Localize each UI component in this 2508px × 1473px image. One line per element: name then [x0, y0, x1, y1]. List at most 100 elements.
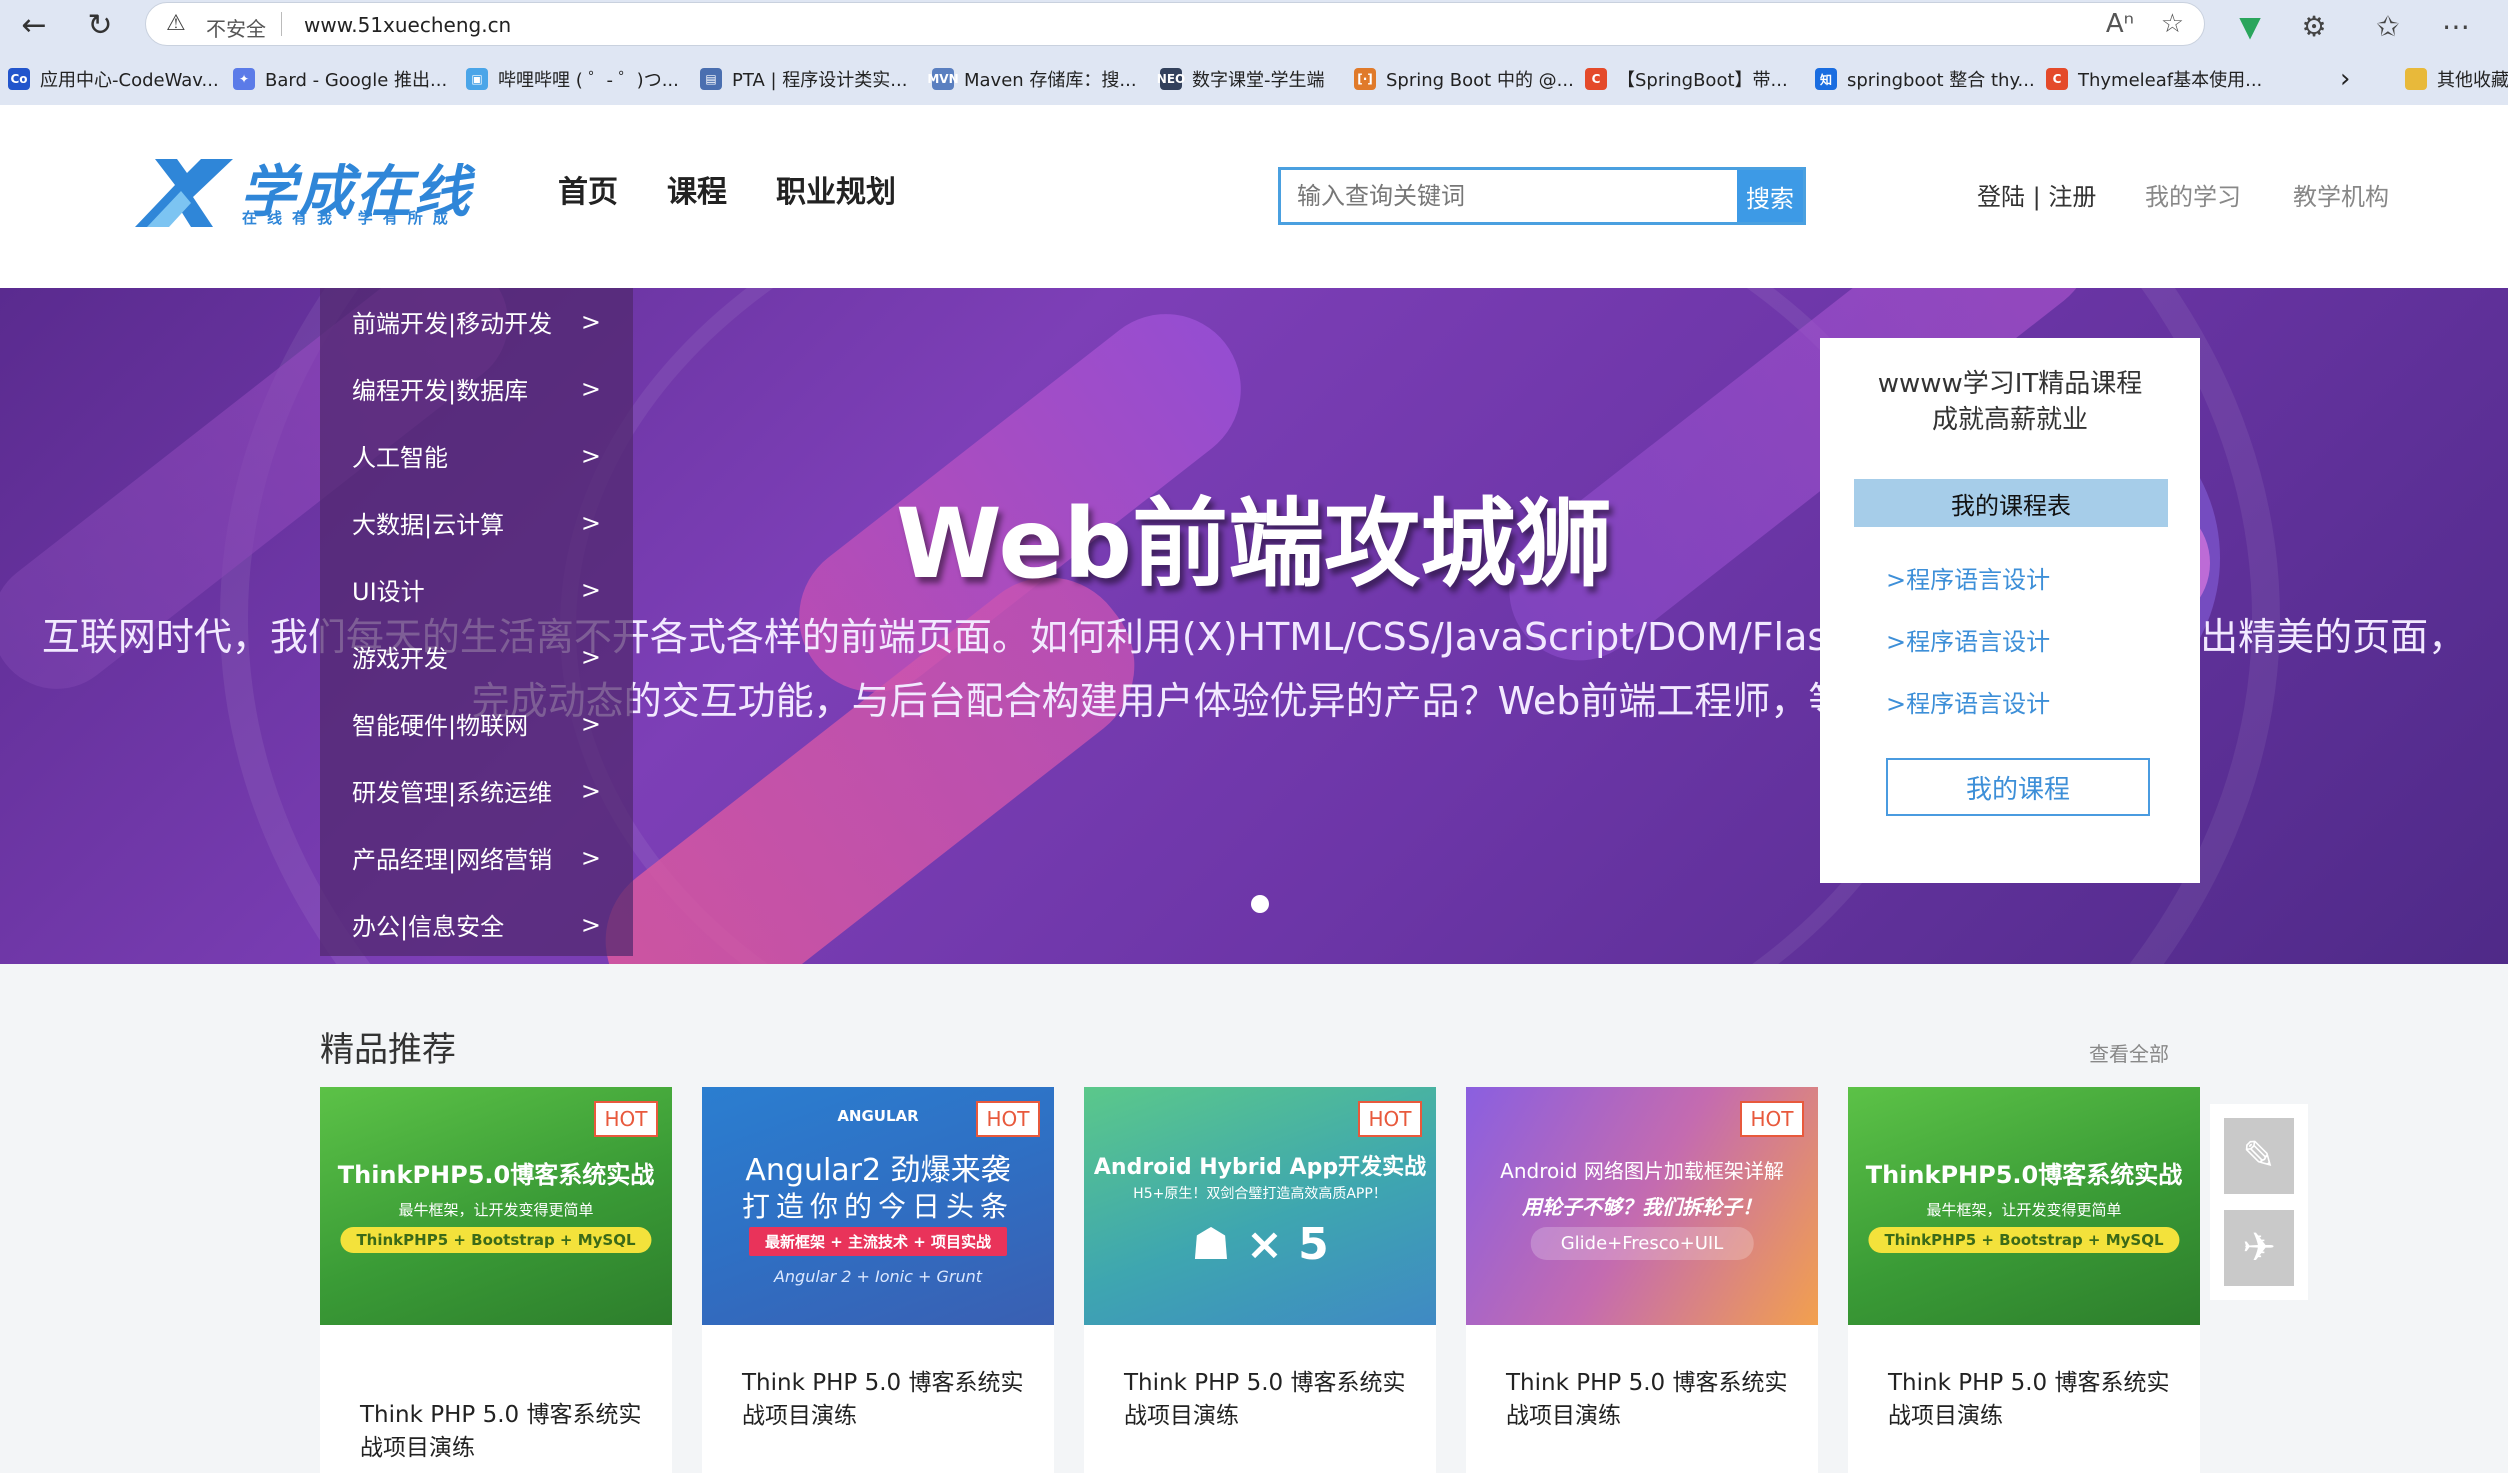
course-thumbnail[interactable]: ThinkPHP5.0博客系统实战 最牛框架，让开发变得更简单 ThinkPHP… [320, 1087, 672, 1325]
course-card[interactable]: Android Hybrid App开发实战 H5+原生！双剑合璧打造高效高质A… [1084, 1087, 1436, 1473]
edit-pencil-icon[interactable]: ✎ [2224, 1118, 2294, 1194]
bookmark-favicon-icon: 知 [1815, 68, 1837, 90]
read-aloud-icon[interactable]: Aⁿ [2106, 9, 2134, 39]
nav-courses[interactable]: 课程 [667, 167, 727, 211]
bookmark-item[interactable]: NEO 数字课堂-学生端 [1157, 64, 1325, 94]
course-thumbnail[interactable]: ANGULAR Angular2 劲爆来袭 打造你的今日头条 最新框架 + 主流… [702, 1087, 1054, 1325]
bookmark-favicon-icon: [·] [1354, 68, 1376, 90]
nav-career[interactable]: 职业规划 [776, 167, 896, 211]
category-item[interactable]: 研发管理|系统运维 > [320, 757, 633, 824]
category-label: 大数据|云计算 [352, 511, 505, 539]
category-item[interactable]: 前端开发|移动开发 > [320, 288, 633, 355]
category-label: 研发管理|系统运维 [352, 779, 553, 807]
bookmark-label: Spring Boot 中的 @... [1386, 70, 1574, 91]
address-bar[interactable]: ⚠ 不安全 www.51xuecheng.cn Aⁿ ☆ [145, 2, 2205, 46]
course-thumbnail[interactable]: ThinkPHP5.0博客系统实战 最牛框架，让开发变得更简单 ThinkPHP… [1848, 1087, 2200, 1325]
category-menu: 前端开发|移动开发 > 编程开发|数据库 > 人工智能 > 大数据|云计算 > UI设计 > 游戏开… [320, 288, 633, 956]
chevron-right-icon: > [580, 307, 601, 336]
hot-badge: HOT [594, 1101, 658, 1137]
course-title[interactable]: Think PHP 5.0 博客系统实战项目演练 [1888, 1367, 2188, 1433]
course-card[interactable]: ThinkPHP5.0博客系统实战 最牛框架，让开发变得更简单 ThinkPHP… [320, 1087, 672, 1473]
thumbnail-title: ThinkPHP5.0博客系统实战 [337, 1161, 655, 1189]
bookmark-label: 【SpringBoot】带... [1617, 70, 1788, 91]
my-courses-button[interactable]: 我的课程 [1886, 758, 2150, 816]
category-label: 游戏开发 [352, 645, 448, 673]
more-menu-icon[interactable]: ⋯ [2434, 4, 2478, 48]
bookmark-item[interactable]: C 【SpringBoot】带... [1585, 64, 1788, 94]
my-schedule-header[interactable]: 我的课程表 [1854, 479, 2168, 527]
bookmark-item[interactable]: 知 springboot 整合 thy... [1815, 64, 2035, 94]
bookmark-label: Bard - Google 推出... [265, 70, 448, 91]
chevron-right-icon: > [580, 642, 601, 671]
category-item[interactable]: 办公|信息安全 > [320, 891, 633, 958]
panel-course-link[interactable]: >程序语言设计 [1886, 684, 2050, 719]
bookmark-favicon-icon: NEO [1157, 68, 1185, 90]
site-header: 学成在线 在线有我·学有所成 首页 课程 职业规划 搜索 登陆 | 注册 我的学… [0, 105, 2508, 288]
bookmark-item[interactable]: MVN Maven 存储库：搜... [927, 64, 1137, 94]
icons-caption: × 5 [1245, 1219, 1329, 1270]
course-title[interactable]: Think PHP 5.0 博客系统实战项目演练 [360, 1399, 660, 1465]
course-title[interactable]: Think PHP 5.0 博客系统实战项目演练 [1124, 1367, 1424, 1433]
bookmarks-overflow-icon[interactable]: › [2340, 64, 2350, 94]
bookmark-item[interactable]: ✦ Bard - Google 推出... [233, 64, 447, 94]
chevron-right-icon: > [580, 910, 601, 939]
chevron-right-icon: > [580, 441, 601, 470]
browser-chrome: ← ↻ ⚠ 不安全 www.51xuecheng.cn Aⁿ ☆ ▼ ⚙ ✩ ⋯… [0, 0, 2508, 105]
favorites-icon[interactable]: ✩ [2366, 4, 2410, 48]
bookmark-item[interactable]: C Thymeleaf基本使用... [2046, 64, 2262, 94]
user-panel: wwww学习IT精品课程 成就高薪就业 我的课程表 >程序语言设计 >程序语言设… [1820, 338, 2200, 883]
back-icon[interactable]: ← [12, 3, 56, 47]
institution-link[interactable]: 教学机构 [2293, 177, 2389, 212]
hero-banner[interactable]: Web前端攻城狮 互联网时代，我们每天的生活离不开各式各样的前端页面。如何利用(… [0, 288, 2508, 964]
airplane-icon[interactable]: ✈ [2224, 1210, 2294, 1286]
my-learning-link[interactable]: 我的学习 [2145, 177, 2241, 212]
carousel-indicator[interactable] [1251, 895, 1269, 913]
category-item[interactable]: 产品经理|网络营销 > [320, 824, 633, 891]
panel-course-link[interactable]: >程序语言设计 [1886, 560, 2050, 595]
category-item[interactable]: UI设计 > [320, 556, 633, 623]
search-button[interactable]: 搜索 [1737, 170, 1803, 222]
category-item[interactable]: 大数据|云计算 > [320, 489, 633, 556]
course-title[interactable]: Think PHP 5.0 博客系统实战项目演练 [742, 1367, 1042, 1433]
search-input[interactable] [1281, 170, 1737, 222]
extensions-icon[interactable]: ⚙ [2292, 4, 2336, 48]
bookmark-label: Maven 存储库：搜... [964, 70, 1137, 91]
view-all-link[interactable]: 查看全部 [2089, 1038, 2169, 1067]
course-card[interactable]: ANGULAR Angular2 劲爆来袭 打造你的今日头条 最新框架 + 主流… [702, 1087, 1054, 1473]
bookmark-favicon-icon: C [1585, 68, 1607, 90]
course-title[interactable]: Think PHP 5.0 博客系统实战项目演练 [1506, 1367, 1806, 1433]
login-register-link[interactable]: 登陆 | 注册 [1977, 177, 2096, 212]
bookmark-item[interactable]: [·] Spring Boot 中的 @... [1354, 64, 1574, 94]
bookmark-favicon-icon: ▣ [466, 68, 488, 90]
bookmark-label: 数字课堂-学生端 [1192, 70, 1325, 91]
panel-slogan-line-1: wwww学习IT精品课程 [1877, 369, 2143, 399]
chevron-right-icon: > [580, 374, 601, 403]
course-card[interactable]: ThinkPHP5.0博客系统实战 最牛框架，让开发变得更简单 ThinkPHP… [1848, 1087, 2200, 1473]
bookmark-label: 哔哩哔哩 ( ゜- ゜)つ... [498, 70, 679, 91]
thumbnail-subtitle: H5+原生！双剑合璧打造高效高质APP！ [1133, 1186, 1387, 1202]
logo-x-icon[interactable] [135, 157, 235, 229]
vue-devtools-icon[interactable]: ▼ [2228, 4, 2272, 48]
hot-badge: HOT [1358, 1101, 1422, 1137]
url-text[interactable]: www.51xuecheng.cn [304, 13, 511, 37]
course-thumbnail[interactable]: Android Hybrid App开发实战 H5+原生！双剑合璧打造高效高质A… [1084, 1087, 1436, 1325]
reload-icon[interactable]: ↻ [78, 3, 122, 47]
thumbnail-footer: Angular 2 + Ionic + Grunt [773, 1267, 983, 1286]
bookmark-label: PTA | 程序设计类实... [732, 70, 908, 91]
category-item[interactable]: 游戏开发 > [320, 623, 633, 690]
other-bookmarks[interactable]: 其他收藏 [2405, 64, 2508, 94]
chevron-right-icon: > [580, 709, 601, 738]
course-card[interactable]: Android 网络图片加载框架详解 用轮子不够？我们拆轮子！ Glide+Fr… [1466, 1087, 1818, 1473]
chevron-right-icon: > [580, 508, 601, 537]
bookmark-item[interactable]: ▤ PTA | 程序设计类实... [700, 64, 907, 94]
course-thumbnail[interactable]: Android 网络图片加载框架详解 用轮子不够？我们拆轮子！ Glide+Fr… [1466, 1087, 1818, 1325]
panel-course-link[interactable]: >程序语言设计 [1886, 622, 2050, 657]
category-item[interactable]: 编程开发|数据库 > [320, 355, 633, 422]
category-item[interactable]: 智能硬件|物联网 > [320, 690, 633, 757]
bookmark-item[interactable]: ▣ 哔哩哔哩 ( ゜- ゜)つ... [466, 64, 679, 94]
hot-badge: HOT [976, 1101, 1040, 1137]
favorite-star-icon[interactable]: ☆ [2161, 9, 2184, 39]
nav-home[interactable]: 首页 [558, 167, 618, 211]
category-item[interactable]: 人工智能 > [320, 422, 633, 489]
bookmark-item[interactable]: Co 应用中心-CodeWav... [8, 64, 219, 94]
